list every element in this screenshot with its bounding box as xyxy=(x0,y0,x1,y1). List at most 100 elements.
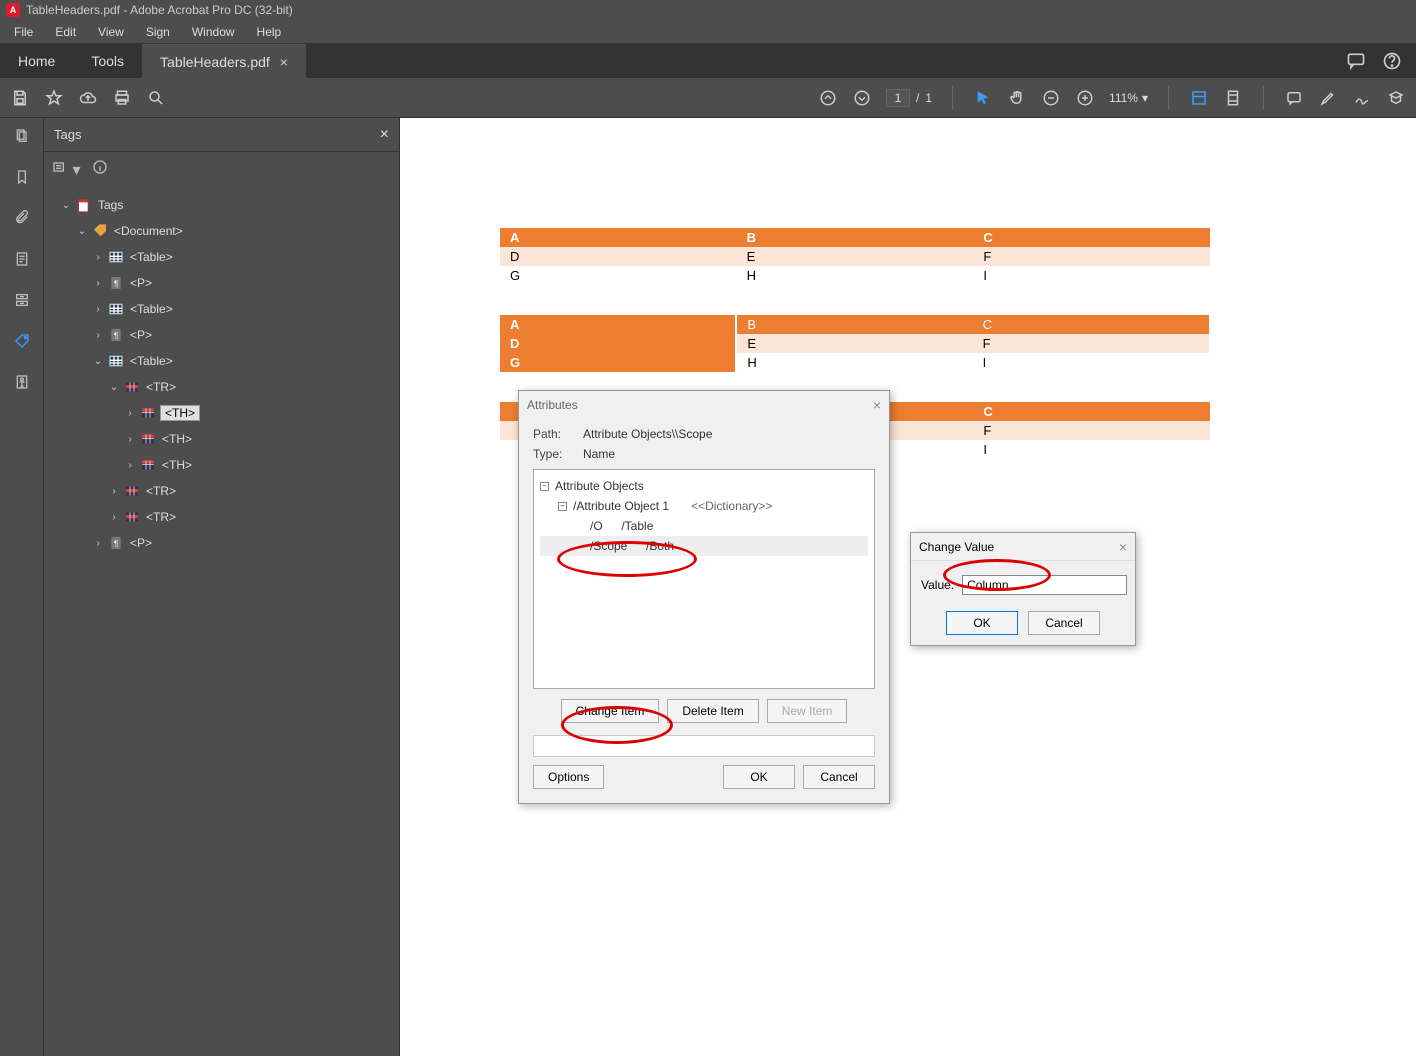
arrow-cursor-icon[interactable] xyxy=(973,88,993,108)
caret-right-icon[interactable]: › xyxy=(124,460,136,471)
attributes-tree[interactable]: −Attribute Objects −/Attribute Object 1 … xyxy=(533,469,875,689)
change-value-cancel-button[interactable]: Cancel xyxy=(1028,611,1100,635)
change-value-input[interactable] xyxy=(962,575,1127,595)
tree-node-label[interactable]: <Table> xyxy=(128,302,175,316)
caret-right-icon[interactable]: › xyxy=(92,330,104,341)
caret-right-icon[interactable]: › xyxy=(124,434,136,445)
document-viewport[interactable]: ◀ ABCDEFGHIABCDEFGHICFI Attributes × Pat… xyxy=(400,118,1416,1056)
tree-node-label[interactable]: <TR> xyxy=(144,510,178,524)
order-icon[interactable] xyxy=(14,292,30,313)
tree-node[interactable]: › <TH> xyxy=(48,400,395,426)
page-down-icon[interactable] xyxy=(852,88,872,108)
caret-right-icon[interactable]: › xyxy=(108,512,120,523)
sign-tool-icon[interactable] xyxy=(1352,88,1372,108)
attachments-icon[interactable] xyxy=(14,210,30,231)
caret-down-icon[interactable]: ⌄ xyxy=(92,356,104,367)
attributes-dialog-titlebar[interactable]: Attributes × xyxy=(519,391,889,419)
attributes-ok-button[interactable]: OK xyxy=(723,765,795,789)
options-menu-icon[interactable]: ▾ xyxy=(52,159,80,180)
comment-bubble-icon[interactable] xyxy=(1346,51,1366,71)
fit-width-icon[interactable] xyxy=(1189,88,1209,108)
change-value-ok-button[interactable]: OK xyxy=(946,611,1018,635)
tree-node-label[interactable]: <P> xyxy=(128,328,154,342)
stamp-icon[interactable] xyxy=(1386,88,1406,108)
content-icon[interactable] xyxy=(14,251,30,272)
thumbnails-icon[interactable] xyxy=(14,128,30,149)
caret-right-icon[interactable]: › xyxy=(108,486,120,497)
highlight-icon[interactable] xyxy=(1318,88,1338,108)
tree-node-label[interactable]: <TH> xyxy=(160,432,194,446)
tree-node-label[interactable]: <TR> xyxy=(144,380,178,394)
tree-node[interactable]: ⌄ Tags xyxy=(48,192,395,218)
info-icon[interactable] xyxy=(92,159,108,180)
tree-node[interactable]: › <Table> xyxy=(48,244,395,270)
change-value-close-icon[interactable]: × xyxy=(1119,539,1127,555)
star-icon[interactable] xyxy=(44,88,64,108)
accessibility-icon[interactable] xyxy=(14,374,30,395)
menu-edit[interactable]: Edit xyxy=(45,22,86,42)
caret-right-icon[interactable]: › xyxy=(92,538,104,549)
tab-home[interactable]: Home xyxy=(0,44,73,78)
tree-node-label[interactable]: <P> xyxy=(128,276,154,290)
attributes-dialog-close-icon[interactable]: × xyxy=(873,397,881,413)
tree-node[interactable]: ›¶<P> xyxy=(48,270,395,296)
menu-file[interactable]: File xyxy=(4,22,43,42)
page-number-input[interactable] xyxy=(886,89,910,107)
caret-right-icon[interactable]: › xyxy=(92,252,104,263)
hand-tool-icon[interactable] xyxy=(1007,88,1027,108)
page-up-icon[interactable] xyxy=(818,88,838,108)
caret-right-icon[interactable]: › xyxy=(92,278,104,289)
tree-node[interactable]: ⌄ <Document> xyxy=(48,218,395,244)
cloud-upload-icon[interactable] xyxy=(78,88,98,108)
sticky-note-icon[interactable] xyxy=(1284,88,1304,108)
caret-right-icon[interactable]: › xyxy=(92,304,104,315)
attributes-cancel-button[interactable]: Cancel xyxy=(803,765,875,789)
caret-down-icon[interactable]: ⌄ xyxy=(60,200,72,211)
tree-node[interactable]: › <TH> xyxy=(48,452,395,478)
tree-node-label[interactable]: <TH> xyxy=(160,405,200,421)
print-icon[interactable] xyxy=(112,88,132,108)
tree-node-label[interactable]: <Table> xyxy=(128,354,175,368)
tree-node[interactable]: ›¶<P> xyxy=(48,322,395,348)
zoom-out-icon[interactable] xyxy=(1041,88,1061,108)
zoom-readout[interactable]: 111% ▾ xyxy=(1109,91,1148,105)
tags-tree[interactable]: ⌄Tags⌄<Document>›<Table>›¶<P>›<Table>›¶<… xyxy=(44,186,399,562)
change-item-button[interactable]: Change Item xyxy=(561,699,660,723)
tree-node-label[interactable]: <TR> xyxy=(144,484,178,498)
tree-node-label[interactable]: <Document> xyxy=(112,224,185,238)
change-value-titlebar[interactable]: Change Value × xyxy=(911,533,1135,561)
close-panel-icon[interactable]: × xyxy=(380,126,389,144)
bookmarks-icon[interactable] xyxy=(14,169,30,190)
menu-window[interactable]: Window xyxy=(182,22,245,42)
search-icon[interactable] xyxy=(146,88,166,108)
tags-icon[interactable] xyxy=(14,333,30,354)
tab-tools[interactable]: Tools xyxy=(73,44,142,78)
delete-item-button[interactable]: Delete Item xyxy=(667,699,758,723)
tree-node-label[interactable]: Tags xyxy=(96,198,125,212)
tree-node-label[interactable]: <P> xyxy=(128,536,154,550)
tree-node-label[interactable]: <Table> xyxy=(128,250,175,264)
tab-document[interactable]: TableHeaders.pdf × xyxy=(142,44,306,78)
caret-down-icon[interactable]: ⌄ xyxy=(76,226,88,237)
menu-sign[interactable]: Sign xyxy=(136,22,180,42)
tab-close-icon[interactable]: × xyxy=(280,54,288,70)
tree-node-label[interactable]: <TH> xyxy=(160,458,194,472)
tree-node[interactable]: › <TH> xyxy=(48,426,395,452)
caret-down-icon[interactable]: ⌄ xyxy=(108,382,120,393)
tree-node[interactable]: › <TR> xyxy=(48,478,395,504)
zoom-in-icon[interactable] xyxy=(1075,88,1095,108)
attributes-options-button[interactable]: Options xyxy=(533,765,604,789)
attr-tree-root[interactable]: Attribute Objects xyxy=(555,479,644,493)
tree-node[interactable]: ›¶<P> xyxy=(48,530,395,556)
fit-page-icon[interactable] xyxy=(1223,88,1243,108)
attr-row-scope-key[interactable]: /Scope xyxy=(590,539,627,553)
menu-view[interactable]: View xyxy=(88,22,134,42)
menu-help[interactable]: Help xyxy=(247,22,292,42)
tree-node[interactable]: ⌄ <TR> xyxy=(48,374,395,400)
caret-right-icon[interactable]: › xyxy=(124,408,136,419)
help-icon[interactable] xyxy=(1382,51,1402,71)
tree-node[interactable]: › <TR> xyxy=(48,504,395,530)
tree-node[interactable]: ⌄ <Table> xyxy=(48,348,395,374)
attr-tree-obj[interactable]: /Attribute Object 1 xyxy=(573,499,669,513)
save-icon[interactable] xyxy=(10,88,30,108)
